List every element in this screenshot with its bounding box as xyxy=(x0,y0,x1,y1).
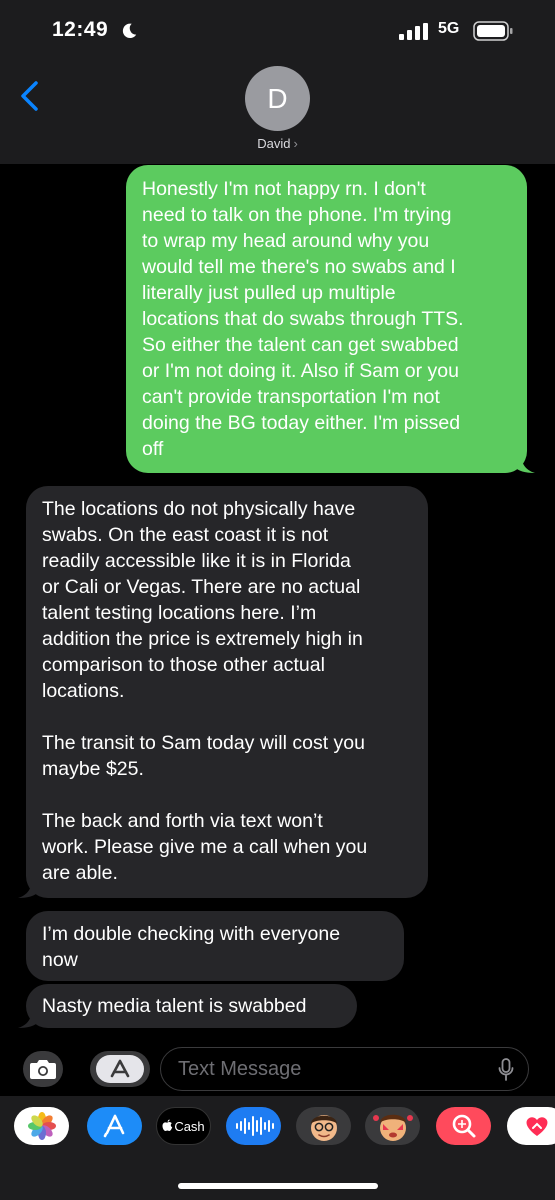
app-store-button[interactable] xyxy=(90,1051,150,1087)
digital-touch-icon xyxy=(526,1117,548,1136)
moon-icon xyxy=(122,23,137,39)
apple-logo-icon xyxy=(162,1119,173,1131)
message-text: Honestly I'm not happy rn. I don't need … xyxy=(142,178,464,460)
camera-icon xyxy=(30,1060,56,1079)
apple-cash-label: Cash xyxy=(174,1118,205,1134)
app-store-app-button[interactable] xyxy=(87,1107,142,1145)
image-search-icon xyxy=(452,1114,475,1138)
sent-message-bubble[interactable]: Honestly I'm not happy rn. I don't need … xyxy=(126,165,535,473)
message-input[interactable]: Text Message xyxy=(160,1047,529,1091)
photos-app-button[interactable] xyxy=(14,1107,69,1145)
photos-icon xyxy=(27,1112,56,1140)
app-store-icon xyxy=(96,1055,144,1083)
received-message-bubble[interactable]: I’m double checking with everyone now xyxy=(26,911,404,981)
signal-icon xyxy=(399,23,428,40)
home-indicator[interactable] xyxy=(178,1183,378,1189)
memoji-button[interactable] xyxy=(296,1107,351,1145)
image-search-button[interactable] xyxy=(436,1107,491,1145)
memoji-stickers-icon xyxy=(372,1114,413,1141)
audio-message-icon xyxy=(235,1116,274,1136)
conversation-header: 12:49 5G D David › xyxy=(0,0,555,164)
contact-chevron: › xyxy=(293,136,298,151)
status-time: 12:49 xyxy=(52,18,109,41)
bubble-tail xyxy=(18,1008,38,1028)
network-type: 5G xyxy=(438,20,460,37)
avatar-initial: D xyxy=(267,82,288,114)
microphone-icon[interactable] xyxy=(498,1058,514,1082)
audio-message-button[interactable] xyxy=(226,1107,281,1145)
contact-name-button[interactable]: David › xyxy=(0,136,555,151)
digital-touch-button[interactable] xyxy=(507,1107,555,1145)
received-message-bubble[interactable]: Nasty media talent is swabbed xyxy=(18,984,357,1028)
message-text: The locations do not physically have swa… xyxy=(42,498,368,884)
memoji-stickers-button[interactable] xyxy=(365,1107,420,1145)
camera-button[interactable] xyxy=(23,1051,63,1087)
battery-icon xyxy=(473,21,513,41)
input-placeholder: Text Message xyxy=(178,1058,302,1080)
contact-avatar[interactable]: D xyxy=(245,66,310,131)
message-text: Nasty media talent is swabbed xyxy=(42,995,307,1017)
bubble-tail xyxy=(515,453,535,473)
bubble-tail xyxy=(18,878,38,898)
back-chevron-icon[interactable] xyxy=(18,80,42,112)
apple-cash-button[interactable]: Cash xyxy=(156,1107,211,1145)
message-text: I’m double checking with everyone now xyxy=(42,923,341,971)
app-store-icon xyxy=(103,1114,124,1138)
memoji-icon xyxy=(310,1115,337,1141)
contact-name: David xyxy=(257,136,291,151)
received-message-bubble[interactable]: The locations do not physically have swa… xyxy=(18,486,428,898)
